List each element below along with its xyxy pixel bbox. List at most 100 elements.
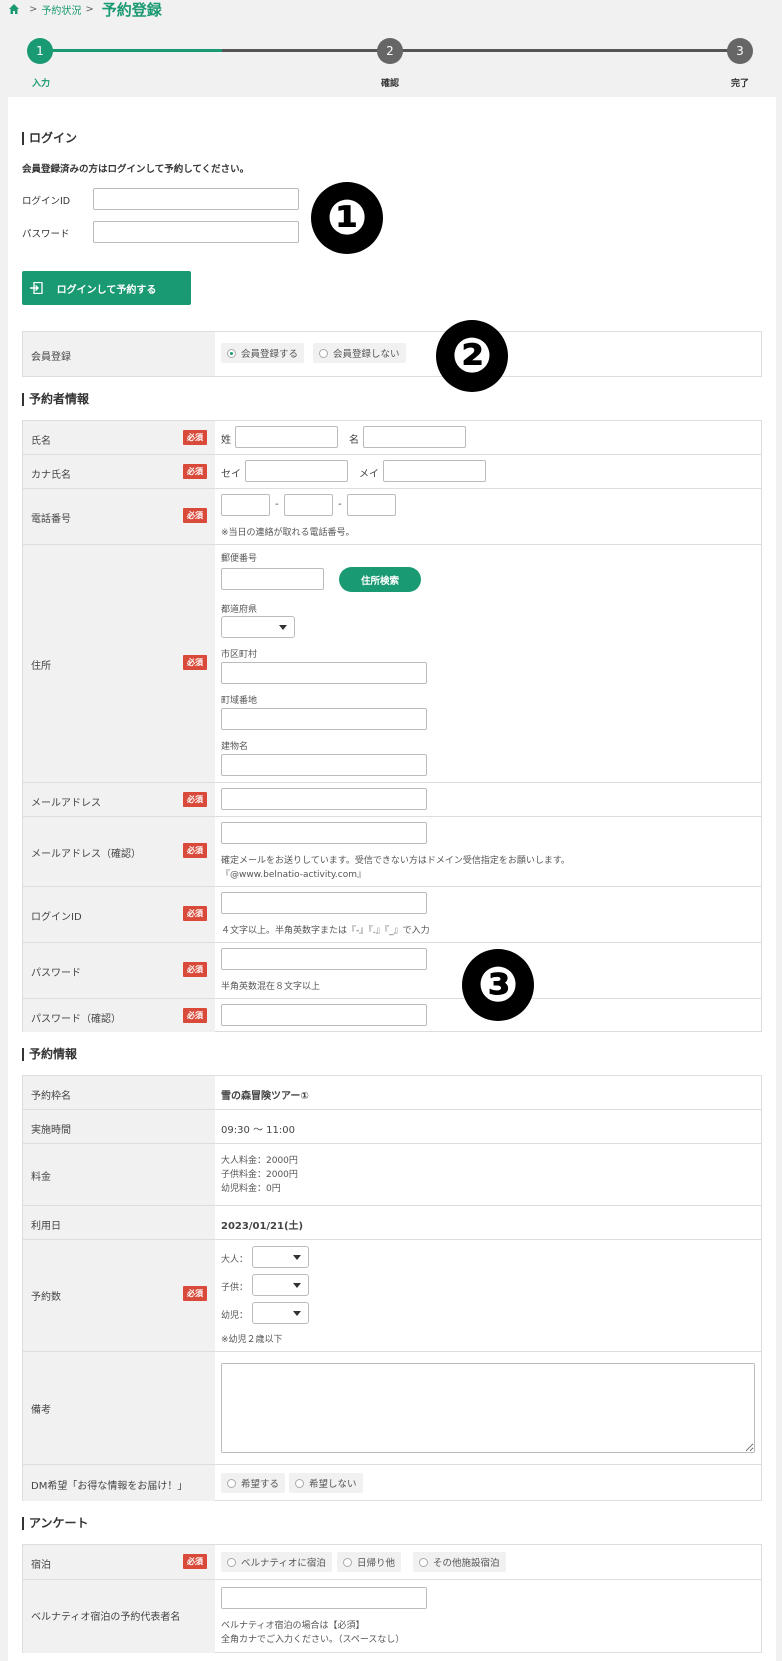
membership-row: 会員登録 会員登録する 会員登録しない: [23, 332, 761, 376]
fee-row: 料金 大人料金：2000円 子供料金：2000円 幼児料金：0円: [23, 1144, 761, 1206]
email-confirm-note-1: 確定メールをお送りしています。受信できない方はドメイン受信指定をお願いします。: [221, 856, 570, 866]
fee-adult: 大人料金：2000円: [221, 1156, 298, 1166]
stay-option-belnatio-label: ベルナティオに宿泊: [241, 1558, 326, 1569]
adult-count-select[interactable]: [252, 1246, 309, 1268]
dm-label: DM希望「お得な情報をお届け！」: [31, 1481, 188, 1492]
city-label: 市区町村: [221, 650, 258, 660]
address-row: 住所 必須 郵便番号 住所検索 都道府県 市区町村 町域番地 建物名: [23, 545, 761, 783]
count-row: 予約数 必須 大人： 子供： 幼児： ※幼児２歳以下: [23, 1240, 761, 1352]
phone-input-3[interactable]: [347, 494, 396, 516]
required-badge: 必須: [183, 792, 207, 807]
register-login-id-input[interactable]: [221, 892, 427, 914]
kana-first-prefix: メイ: [359, 469, 379, 480]
booker-section-title: 予約者情報: [22, 393, 89, 406]
breadcrumb-link-reservation-status[interactable]: 予約状況: [41, 2, 81, 17]
required-badge: 必須: [183, 1008, 207, 1023]
rep-name-row: ベルナティオ宿泊の予約代表者名 ベルナティオ宿泊の場合は【必須】 全角カナでご入…: [23, 1580, 761, 1653]
register-password-label: パスワード: [31, 968, 81, 979]
fee-infant: 幼児料金：0円: [221, 1184, 281, 1194]
phone-input-2[interactable]: [284, 494, 333, 516]
address-search-button[interactable]: 住所検索: [339, 567, 421, 592]
remarks-row: 備考: [23, 1352, 761, 1465]
stay-option-other[interactable]: その他施設宿泊: [413, 1552, 506, 1572]
email-input[interactable]: [221, 788, 427, 810]
phone-label: 電話番号: [31, 514, 71, 525]
breadcrumb-separator: >: [29, 3, 38, 15]
child-count-select[interactable]: [252, 1274, 309, 1296]
email-confirm-note-2: 『@www.belnatio-activity.com』: [221, 870, 367, 880]
rep-name-input[interactable]: [221, 1587, 427, 1609]
fee-label: 料金: [31, 1172, 51, 1183]
required-badge: 必須: [183, 906, 207, 921]
page-title: 予約登録: [101, 0, 162, 19]
radio-icon: [227, 1478, 236, 1488]
child-count-label: 子供：: [221, 1283, 249, 1293]
fee-header-cell: [23, 1144, 215, 1205]
dm-row: DM希望「お得な情報をお届け！」 希望する 希望しない: [23, 1465, 761, 1501]
stay-option-daytrip[interactable]: 日帰り他: [337, 1552, 402, 1572]
required-badge: 必須: [183, 655, 207, 670]
membership-label: 会員登録: [31, 352, 71, 363]
survey-table: 宿泊 必須 ベルナティオに宿泊 日帰り他 その他施設宿泊 ベルナティオ宿泊の予約…: [22, 1544, 762, 1653]
required-badge: 必須: [183, 962, 207, 977]
required-badge: 必須: [183, 1554, 207, 1569]
stay-option-belnatio[interactable]: ベルナティオに宿泊: [221, 1552, 332, 1572]
annotation-1: ❶: [311, 182, 383, 254]
login-section-title: ログイン: [22, 132, 77, 145]
prefecture-label: 都道府県: [221, 605, 258, 615]
plan-value: 雪の森冒険ツアー①: [221, 1091, 309, 1102]
adult-count-label: 大人：: [221, 1255, 249, 1265]
annotation-3: ❸: [462, 949, 534, 1021]
town-input[interactable]: [221, 708, 427, 730]
last-name-input[interactable]: [235, 426, 338, 448]
stay-option-daytrip-label: 日帰り他: [357, 1558, 396, 1569]
plan-label: 予約枠名: [31, 1091, 71, 1102]
phone-input-1[interactable]: [221, 494, 270, 516]
survey-section-title: アンケート: [22, 1517, 89, 1530]
building-input[interactable]: [221, 754, 427, 776]
phone-row: 電話番号 必須 - - ※当日の連絡が取れる電話番号。: [23, 489, 761, 545]
zip-label: 郵便番号: [221, 554, 258, 564]
step-3-circle: 3: [727, 38, 753, 64]
dm-option-yes[interactable]: 希望する: [221, 1473, 286, 1493]
infant-count-select[interactable]: [252, 1302, 309, 1324]
required-badge: 必須: [183, 508, 207, 523]
prefecture-select[interactable]: [221, 616, 295, 638]
email-confirm-input[interactable]: [221, 822, 427, 844]
required-badge: 必須: [183, 843, 207, 858]
remarks-label: 備考: [31, 1405, 51, 1416]
building-label: 建物名: [221, 742, 249, 752]
dm-option-yes-label: 希望する: [241, 1479, 280, 1490]
radio-icon: [295, 1478, 304, 1488]
dm-option-no-label: 希望しない: [309, 1479, 357, 1490]
login-password-input[interactable]: [93, 221, 299, 243]
remarks-textarea[interactable]: [221, 1363, 755, 1453]
kana-label: カナ氏名: [31, 470, 71, 481]
kana-first-input[interactable]: [383, 460, 486, 482]
email-label: メールアドレス: [31, 798, 101, 809]
login-id-row: ログインID 必須 ４文字以上。半角英数字または『-』『.』『_』で入力: [23, 887, 761, 943]
reservation-table: 予約枠名 雪の森冒険ツアー① 実施時間 09:30 ～ 11:00 料金 大人料…: [22, 1075, 762, 1501]
password-confirm-input[interactable]: [221, 1004, 427, 1026]
count-label: 予約数: [31, 1292, 61, 1303]
login-description: 会員登録済みの方はログインして予約してください。: [22, 164, 250, 175]
dm-option-no[interactable]: 希望しない: [289, 1473, 363, 1493]
kana-row: カナ氏名 必須 セイ メイ: [23, 455, 761, 489]
first-name-input[interactable]: [363, 426, 466, 448]
rep-name-note-1: ベルナティオ宿泊の場合は【必須】: [221, 1621, 365, 1631]
required-badge: 必須: [183, 1286, 207, 1301]
phone-note: ※当日の連絡が取れる電話番号。: [221, 528, 355, 538]
membership-option-no[interactable]: 会員登録しない: [313, 343, 406, 363]
membership-option-yes-label: 会員登録する: [241, 349, 299, 360]
date-row: 利用日 2023/01/21(土): [23, 1206, 761, 1240]
register-password-input[interactable]: [221, 948, 427, 970]
kana-last-input[interactable]: [245, 460, 348, 482]
radio-icon: [343, 1557, 352, 1567]
membership-option-yes[interactable]: 会員登録する: [221, 343, 305, 363]
city-input[interactable]: [221, 662, 427, 684]
login-id-input[interactable]: [93, 188, 299, 210]
step-line-done: [40, 49, 222, 52]
login-reserve-button[interactable]: ログインして予約する: [22, 271, 191, 305]
zip-input[interactable]: [221, 568, 324, 590]
home-icon[interactable]: [8, 3, 20, 15]
